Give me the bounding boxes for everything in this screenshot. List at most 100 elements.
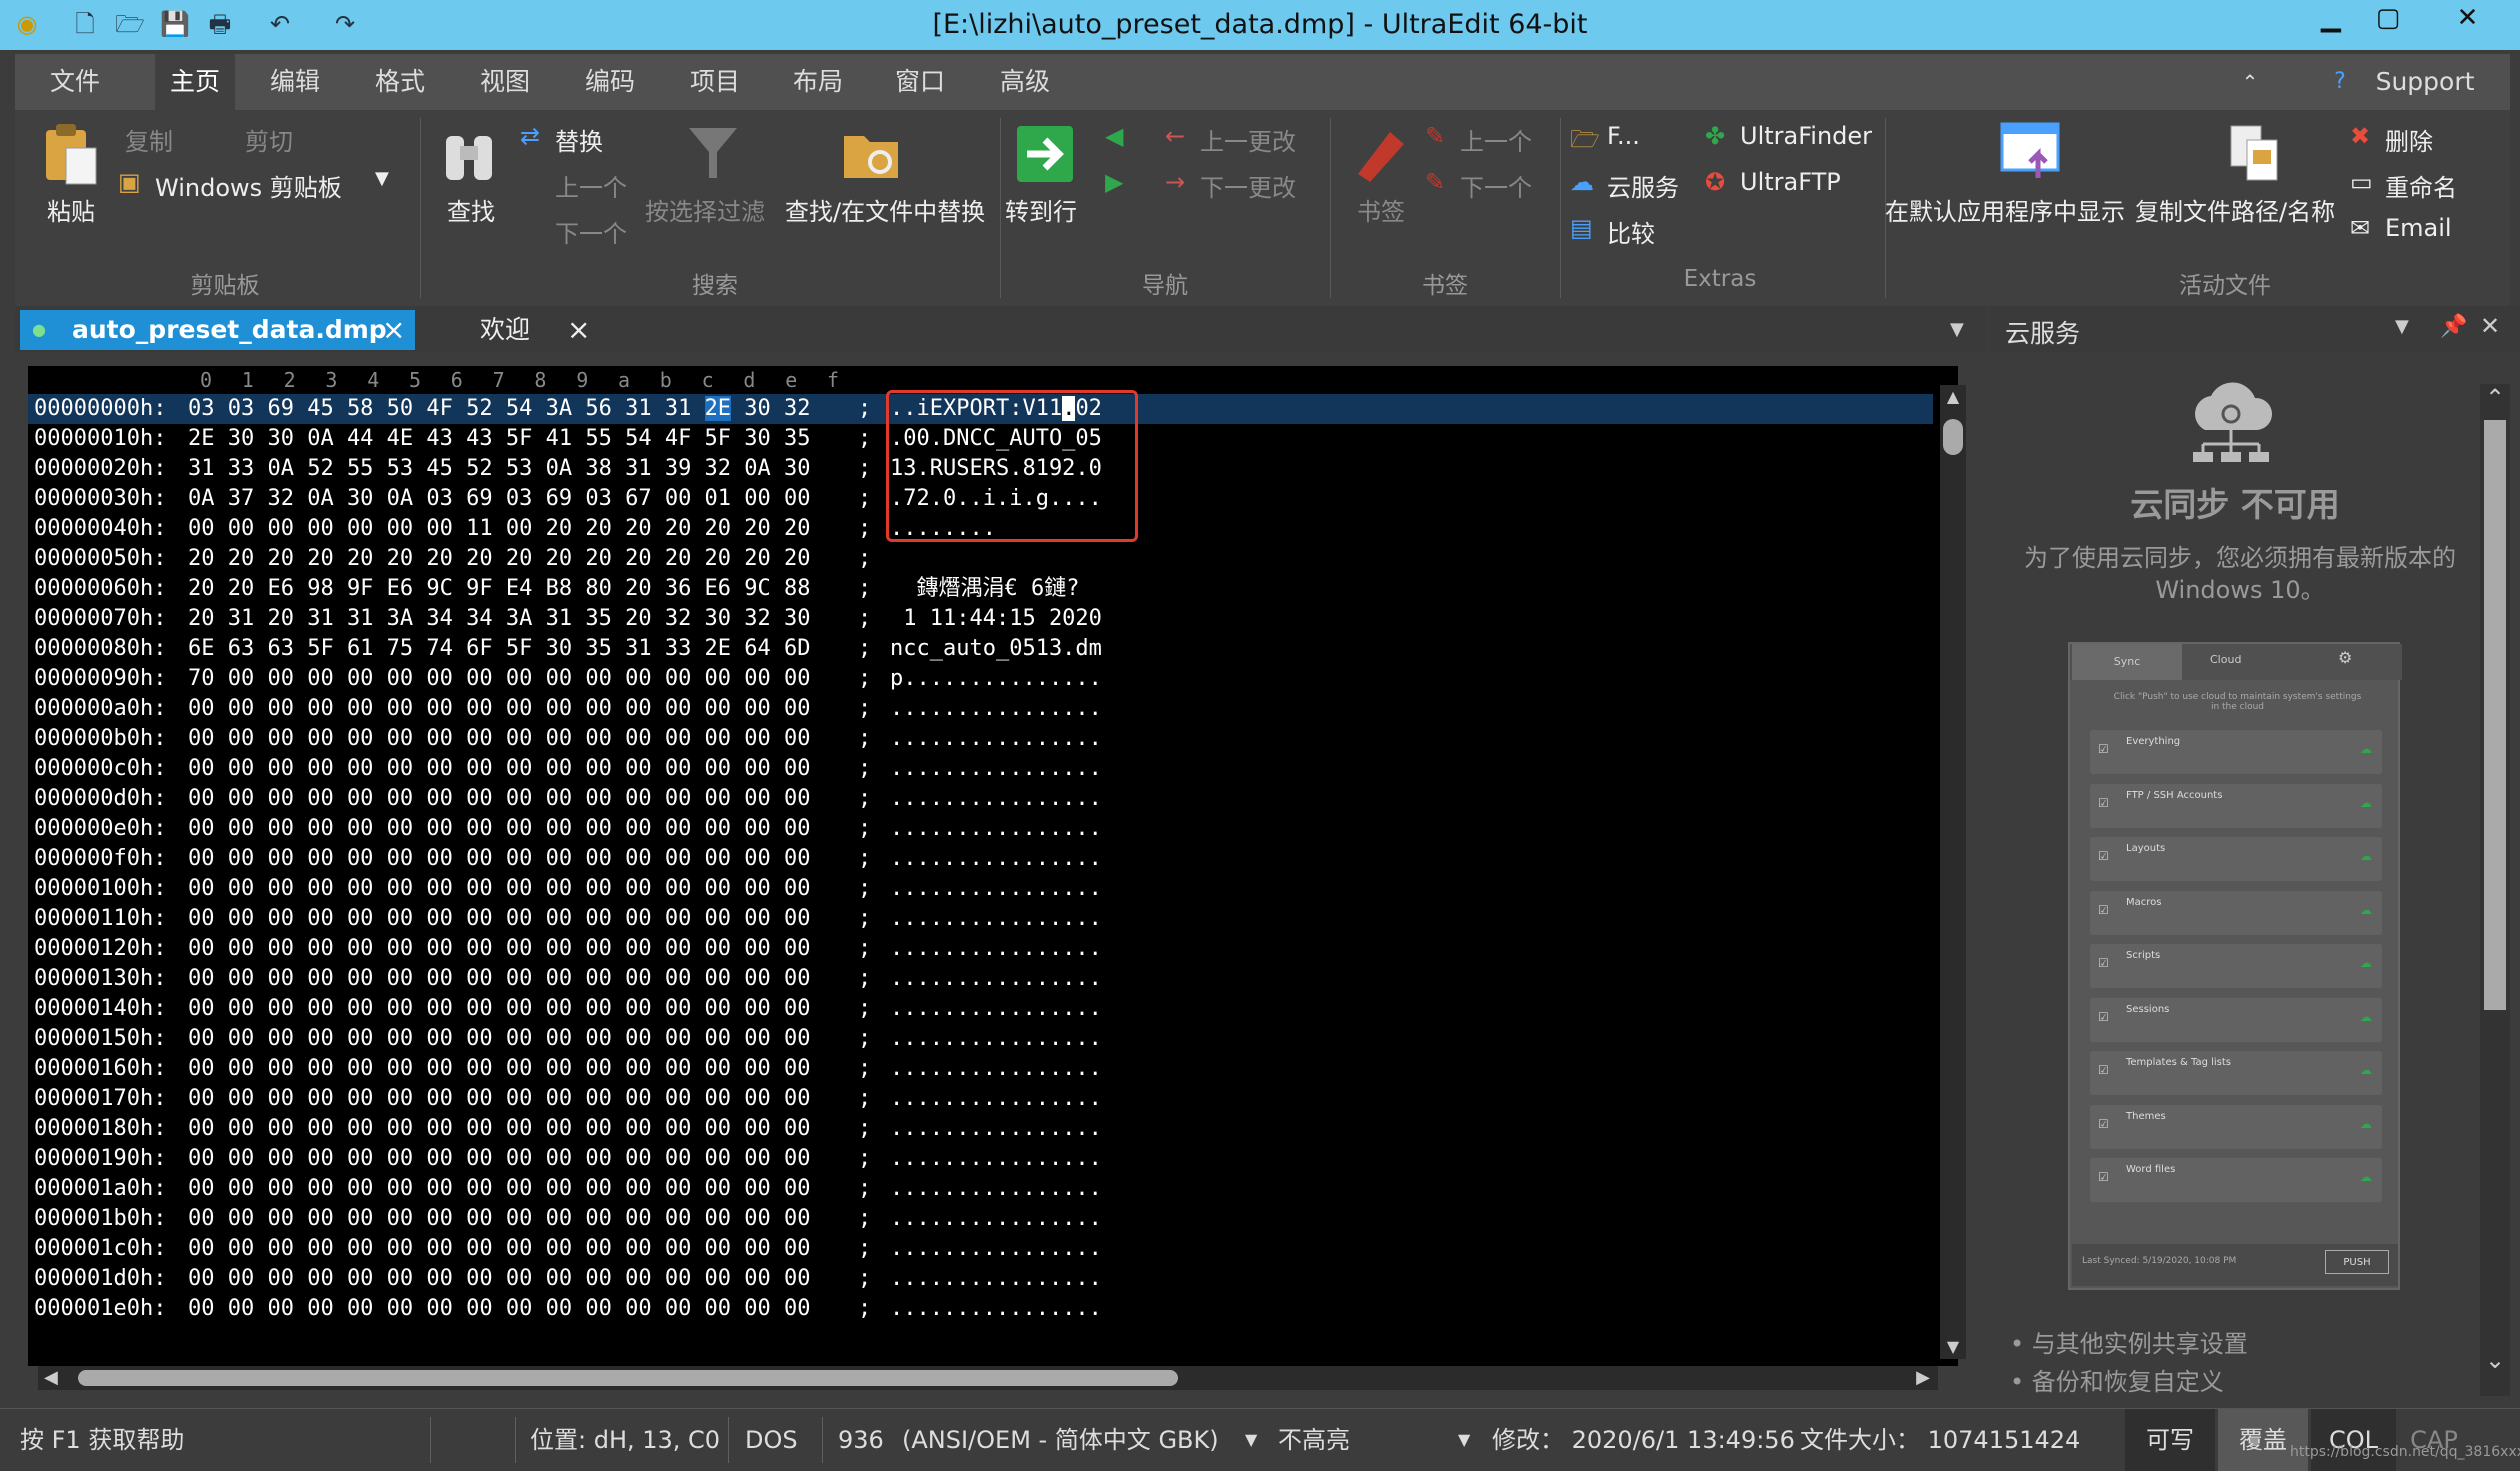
hex-bytes[interactable]: 00 00 00 00 00 00 00 00 00 00 00 00 00 0… [188,1294,811,1324]
hex-row[interactable]: 000000d0h: 00 00 00 00 00 00 00 00 00 00 … [28,784,1933,814]
hex-row[interactable]: 00000190h: 00 00 00 00 00 00 00 00 00 00 … [28,1144,1933,1174]
hex-row[interactable]: 00000180h: 00 00 00 00 00 00 00 00 00 00 … [28,1114,1933,1144]
hex-row[interactable]: 00000060h: 20 20 E6 98 9F E6 9C 9F E4 B8 … [28,574,1933,604]
scroll-up-icon[interactable]: ▲ [1943,387,1963,407]
close-tab-icon[interactable]: × [567,310,590,350]
scroll-up-icon[interactable]: ⌃ [2485,384,2505,412]
hscroll-thumb[interactable] [78,1370,1178,1386]
hex-row[interactable]: 000001b0h: 00 00 00 00 00 00 00 00 00 00 … [28,1204,1933,1234]
menu-advanced[interactable]: 高级 [990,54,1060,110]
ascii-text[interactable]: ................ [890,1174,1102,1204]
ultrafinder-button[interactable]: UltraFinder [1740,122,1872,150]
line-ending[interactable]: DOS [745,1409,798,1471]
ascii-text[interactable]: ................ [890,874,1102,904]
hex-row[interactable]: 000000c0h: 00 00 00 00 00 00 00 00 00 00 … [28,754,1933,784]
bookmark-icon[interactable] [1350,124,1410,184]
hex-row[interactable]: 00000050h: 20 20 20 20 20 20 20 20 20 20 … [28,544,1933,574]
ascii-text[interactable]: ................ [890,1234,1102,1264]
hex-bytes[interactable]: 20 31 20 31 31 3A 34 34 3A 31 35 20 32 3… [188,604,811,634]
support-link[interactable]: Support [2370,54,2480,110]
copy-path-icon[interactable] [2225,122,2285,182]
hex-bytes[interactable]: 00 00 00 00 00 00 00 00 00 00 00 00 00 0… [188,1174,811,1204]
prev-change-button[interactable]: 上一更改 [1200,122,1296,157]
hex-bytes[interactable]: 0A 37 32 0A 30 0A 03 69 03 69 03 67 00 0… [188,484,811,514]
ascii-text[interactable]: ................ [890,1204,1102,1234]
menu-home[interactable]: 主页 [155,54,235,110]
hex-row[interactable]: 00000150h: 00 00 00 00 00 00 00 00 00 00 … [28,1024,1933,1054]
forward-icon[interactable]: ▶ [1105,168,1123,196]
ascii-text[interactable]: p............... [890,664,1102,694]
hex-bytes[interactable]: 00 00 00 00 00 00 00 00 00 00 00 00 00 0… [188,1114,811,1144]
close-panel-icon[interactable]: ✕ [2480,312,2500,340]
rename-button[interactable]: 重命名 [2385,168,2457,203]
hex-row[interactable]: 00000080h: 6E 63 63 5F 61 75 74 6F 5F 30 … [28,634,1933,664]
hex-bytes[interactable]: 20 20 20 20 20 20 20 20 20 20 20 20 20 2… [188,544,811,574]
encoding-dropdown-icon[interactable]: ▼ [1245,1409,1257,1471]
hex-row[interactable]: 000001a0h: 00 00 00 00 00 00 00 00 00 00 … [28,1174,1933,1204]
hex-bytes[interactable]: 00 00 00 00 00 00 00 00 00 00 00 00 00 0… [188,964,811,994]
replace-button[interactable]: 替换 [555,122,603,157]
ascii-text[interactable]: ................ [890,754,1102,784]
hex-row[interactable]: 000000e0h: 00 00 00 00 00 00 00 00 00 00 … [28,814,1933,844]
goto-line-button[interactable]: 转到行 [1005,192,1077,227]
hex-bytes[interactable]: 00 00 00 00 00 00 00 00 00 00 00 00 00 0… [188,784,811,814]
writable-indicator[interactable]: 可写 [2125,1409,2215,1471]
hex-bytes[interactable]: 00 00 00 00 00 00 00 00 00 00 00 00 00 0… [188,1084,811,1114]
hex-bytes[interactable]: 00 00 00 00 00 00 00 00 00 00 00 00 00 0… [188,1204,811,1234]
next-change-button[interactable]: 下一更改 [1200,168,1296,203]
hex-bytes[interactable]: 00 00 00 00 00 00 00 00 00 00 00 00 00 0… [188,694,811,724]
help-icon[interactable]: ? [2320,54,2360,110]
ascii-text[interactable]: 鏄熸湡涓€ 6鏈? [890,574,1079,604]
menu-layout[interactable]: 布局 [783,54,853,110]
find-prev-button[interactable]: 上一个 [555,168,627,203]
delete-button[interactable]: 删除 [2385,122,2433,157]
hex-bytes[interactable]: 00 00 00 00 00 00 00 00 00 00 00 00 00 0… [188,874,811,904]
hex-row[interactable]: 000000a0h: 00 00 00 00 00 00 00 00 00 00 … [28,694,1933,724]
hex-row[interactable]: 00000100h: 00 00 00 00 00 00 00 00 00 00 … [28,874,1933,904]
email-button[interactable]: Email [2385,214,2452,242]
hex-row[interactable]: 00000160h: 00 00 00 00 00 00 00 00 00 00 … [28,1054,1933,1084]
menu-file[interactable]: 文件(F) [35,54,115,152]
bookmark-button[interactable]: 书签 [1357,192,1405,227]
hex-bytes[interactable]: 03 03 69 45 58 50 4F 52 54 3A 56 31 31 2… [188,394,811,424]
menu-format[interactable]: 格式 [365,54,435,110]
hex-row[interactable]: 000000f0h: 00 00 00 00 00 00 00 00 00 00 … [28,844,1933,874]
ascii-text[interactable]: ................ [890,1084,1102,1114]
cut-button[interactable]: 剪切 [245,122,293,157]
ascii-text[interactable]: ncc_auto_0513.dm [890,634,1102,664]
ascii-text[interactable] [890,544,1102,574]
ascii-text[interactable]: ................ [890,844,1102,874]
ascii-text[interactable]: ................ [890,694,1102,724]
scroll-thumb[interactable] [1943,419,1963,455]
back-icon[interactable]: ◀ [1105,122,1123,150]
hex-bytes[interactable]: 00 00 00 00 00 00 00 00 00 00 00 00 00 0… [188,724,811,754]
binoculars-icon[interactable] [440,122,500,188]
ascii-text[interactable]: ................ [890,1144,1102,1174]
encoding-select[interactable]: (ANSI/OEM - 简体中文 GBK) [902,1409,1219,1471]
menu-project[interactable]: 项目 [680,54,750,110]
find-button[interactable]: 查找 [447,192,495,227]
panel-scroll-thumb[interactable] [2484,420,2506,1010]
tab-list-dropdown-icon[interactable]: ▼ [1950,310,1964,350]
hex-row[interactable]: 000001e0h: 00 00 00 00 00 00 00 00 00 00 … [28,1294,1933,1324]
ascii-text[interactable]: ................ [890,1294,1102,1324]
cloud-services-button[interactable]: 云服务 [1607,168,1679,203]
hex-bytes[interactable]: 20 20 E6 98 9F E6 9C 9F E4 B8 80 20 36 E… [188,574,811,604]
show-in-app-icon[interactable] [2000,120,2062,182]
hex-row[interactable]: 00000110h: 00 00 00 00 00 00 00 00 00 00 … [28,904,1933,934]
scroll-left-icon[interactable]: ◀ [44,1367,58,1388]
hex-bytes[interactable]: 00 00 00 00 00 00 00 00 00 00 00 00 00 0… [188,814,811,844]
hex-bytes[interactable]: 00 00 00 00 00 00 00 00 00 00 00 00 00 0… [188,1264,811,1294]
hex-row[interactable]: 000001d0h: 00 00 00 00 00 00 00 00 00 00 … [28,1264,1933,1294]
ascii-text[interactable]: ................ [890,814,1102,844]
ascii-text[interactable]: ................ [890,1024,1102,1054]
hex-bytes[interactable]: 00 00 00 00 00 00 00 00 00 00 00 00 00 0… [188,1144,811,1174]
scroll-right-icon[interactable]: ▶ [1916,1367,1930,1388]
find-next-button[interactable]: 下一个 [555,214,627,249]
hex-bytes[interactable]: 00 00 00 00 00 00 00 00 00 00 00 00 00 0… [188,844,811,874]
filter-icon[interactable] [685,122,741,182]
hex-bytes[interactable]: 00 00 00 00 00 00 00 00 00 00 00 00 00 0… [188,754,811,784]
horizontal-scrollbar[interactable]: ◀ ▶ [38,1366,1938,1390]
tab-welcome[interactable]: 欢迎 × [455,310,605,350]
hex-bytes[interactable]: 00 00 00 00 00 00 00 11 00 20 20 20 20 2… [188,514,811,544]
